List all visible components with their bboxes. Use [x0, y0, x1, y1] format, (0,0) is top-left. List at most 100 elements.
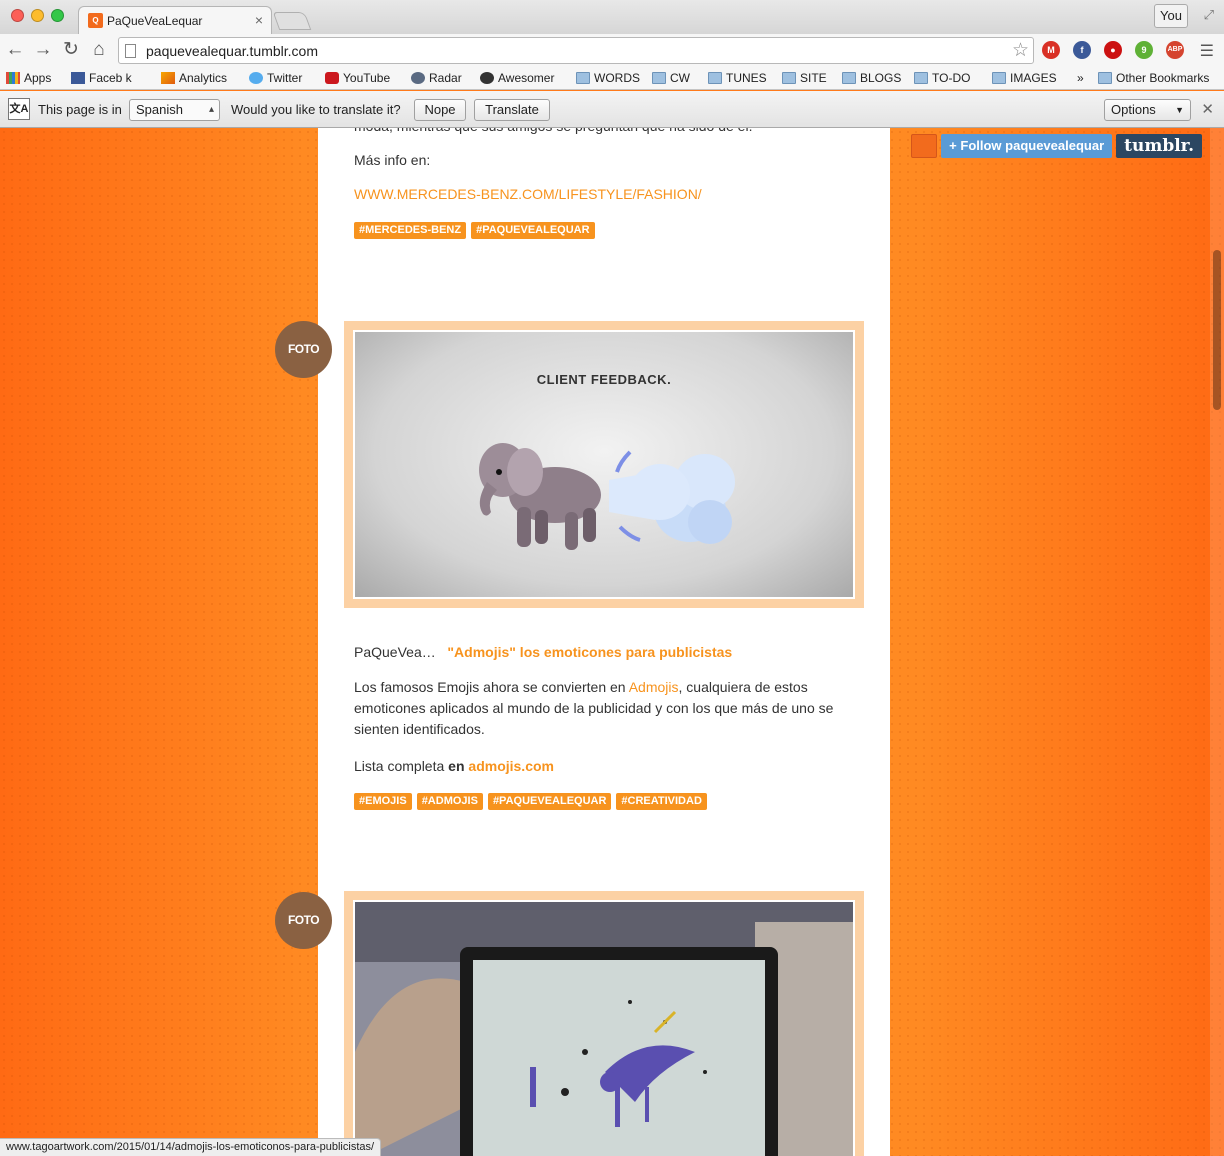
browser-toolbar: ← → ↻ ⌂ paquevealequar.tumblr.com ☆ Mf ● 9… [0, 34, 1224, 67]
adblock-icon[interactable]: ABP [1166, 41, 1184, 59]
bookmark-folder-todo[interactable]: TO-DO [914, 71, 970, 85]
scrollbar-thumb[interactable] [1213, 250, 1221, 410]
bookmarks-overflow-button[interactable]: » [1077, 71, 1084, 85]
youtube-icon [325, 72, 339, 84]
nope-button[interactable]: Nope [414, 99, 466, 121]
tag-creatividad[interactable]: #CREATIVIDAD [616, 793, 707, 810]
bookmark-folder-blogs[interactable]: BLOGS [842, 71, 901, 85]
close-window-button[interactable] [11, 9, 24, 22]
bookmark-folder-cw[interactable]: CW [652, 71, 690, 85]
full-list-line: Lista completa en admojis.com [354, 758, 554, 774]
new-tab-button[interactable] [272, 12, 312, 30]
infobar-close-icon[interactable]: ✕ [1201, 100, 1214, 118]
bookmark-folder-site[interactable]: SITE [782, 71, 827, 85]
language-select[interactable]: Spanish ▴ [129, 99, 220, 121]
more-info-label: Más info en: [354, 152, 431, 168]
tag-paquevealequar[interactable]: #PAQUEVEALEQUAR [487, 793, 612, 810]
bookmark-facebook[interactable]: Faceb k [71, 71, 132, 85]
bookmarks-bar: Apps Faceb k Analytics Twitter YouTube R… [0, 67, 1224, 90]
folder-icon [914, 72, 928, 84]
page-viewport: moda, mientras que sus amigos se pregunt… [0, 128, 1224, 1156]
profile-button[interactable]: You [1154, 4, 1188, 28]
tumblr-logo-button[interactable]: tumblr. [1116, 134, 1202, 158]
elephant-icon [479, 443, 601, 550]
tag-admojis[interactable]: #ADMOJIS [416, 793, 483, 810]
foto-badge: FOTO [275, 321, 332, 378]
awesomer-icon [480, 72, 494, 84]
bookmark-youtube[interactable]: YouTube [325, 71, 390, 85]
chrome-menu-icon[interactable]: ☰ [1200, 41, 1214, 61]
tab-close-icon[interactable]: × [255, 12, 263, 28]
folder-icon [652, 72, 666, 84]
facebook-icon[interactable]: f [1073, 41, 1091, 59]
folder-icon [1098, 72, 1112, 84]
folder-icon [992, 72, 1006, 84]
scrollbar[interactable] [1210, 128, 1224, 1156]
bookmark-analytics[interactable]: Analytics [161, 71, 227, 85]
elephant-fart-illustration [479, 443, 735, 550]
browser-tab[interactable]: Q PaQueVeaLequar × [78, 6, 272, 34]
page-icon [125, 44, 136, 58]
reload-button[interactable]: ↻ [60, 39, 82, 61]
bookmark-folder-images[interactable]: IMAGES [992, 71, 1057, 85]
translate-question: Would you like to translate it? [231, 102, 401, 117]
address-bar[interactable]: paquevealequar.tumblr.com ☆ [118, 37, 1034, 64]
forward-button[interactable]: → [32, 39, 54, 61]
bookmark-radar[interactable]: Radar [411, 71, 462, 85]
analytics-icon [161, 72, 175, 84]
window-titlebar: Q PaQueVeaLequar × You ⤢ [0, 0, 1224, 34]
bookmark-apps[interactable]: Apps [6, 71, 51, 85]
translate-infobar: 文A This page is in Spanish ▴ Would you li… [0, 91, 1224, 128]
tag-emojis[interactable]: #EMOJIS [354, 793, 412, 810]
evernote-icon[interactable]: 9 [1135, 41, 1153, 59]
status-bar: www.tagoartwork.com/2015/01/14/admojis-l… [0, 1138, 382, 1156]
fart-cloud-icon [609, 450, 735, 544]
post2-title-line: PaQueVea… "Admojis" los emoticones para … [354, 644, 732, 660]
photo-frame [344, 891, 864, 1156]
url-text[interactable]: paquevealequar.tumblr.com [146, 43, 318, 59]
bookmark-folder-words[interactable]: WORDS [576, 71, 640, 85]
post1-tags: #MERCEDES-BENZ #PAQUEVEALEQUAR [354, 222, 595, 239]
tag-mercedes-benz[interactable]: #MERCEDES-BENZ [354, 222, 467, 239]
tab-title: PaQueVeaLequar [107, 14, 203, 28]
translate-button[interactable]: Translate [474, 99, 550, 121]
fullscreen-icon[interactable]: ⤢ [1204, 7, 1214, 23]
admojis-com-link[interactable]: admojis.com [468, 758, 554, 774]
home-button[interactable]: ⌂ [88, 39, 110, 61]
admojis-inline-link[interactable]: Admojis [629, 679, 679, 695]
post2-title-link[interactable]: "Admojis" los emoticones para publicista… [447, 644, 732, 660]
facebook-icon [71, 72, 85, 84]
dropdown-arrow-icon: ▼ [1175, 105, 1184, 115]
minimize-window-button[interactable] [31, 9, 44, 22]
zoom-window-button[interactable] [51, 9, 64, 22]
bookmark-folder-other[interactable]: Other Bookmarks [1098, 71, 1209, 85]
translate-options-button[interactable]: Options ▼ [1104, 99, 1191, 121]
bookmark-star-icon[interactable]: ☆ [1012, 39, 1029, 62]
stop-icon[interactable]: ● [1104, 41, 1122, 59]
tag-paquevealequar[interactable]: #PAQUEVEALEQUAR [471, 222, 595, 239]
post2-body: Los famosos Emojis ahora se convierten e… [354, 679, 834, 737]
radar-icon [411, 72, 425, 84]
bookmark-folder-tunes[interactable]: TUNES [708, 71, 767, 85]
client-feedback-image[interactable]: CLIENT FEEDBACK. [353, 330, 855, 599]
apps-grid-icon [6, 72, 20, 84]
folder-icon [782, 72, 796, 84]
follow-button[interactable]: + Follow paquevealequar [941, 134, 1113, 158]
post2-tags: #EMOJIS #ADMOJIS #PAQUEVEALEQUAR #CREATI… [354, 793, 707, 810]
title-prefix: PaQueVea… [354, 644, 436, 660]
translate-prefix: This page is in [38, 102, 122, 117]
back-button[interactable]: ← [4, 39, 26, 61]
blog-avatar[interactable] [911, 134, 938, 158]
tumblr-favicon-icon: Q [88, 13, 103, 28]
tablet-splash-image[interactable] [353, 900, 855, 1156]
gmail-icon[interactable]: M [1042, 41, 1060, 59]
post-column: moda, mientras que sus amigos se pregunt… [318, 128, 890, 1156]
bookmark-awesomer[interactable]: Awesomer [480, 71, 554, 85]
foto-badge: FOTO [275, 892, 332, 949]
mercedes-link[interactable]: WWW.MERCEDES-BENZ.COM/LIFESTYLE/FASHION/ [354, 186, 702, 202]
bookmark-twitter[interactable]: Twitter [249, 71, 302, 85]
folder-icon [708, 72, 722, 84]
select-arrows-icon: ▴ [208, 104, 214, 115]
twitter-icon [249, 72, 263, 84]
tablet-illustration [355, 902, 853, 1156]
